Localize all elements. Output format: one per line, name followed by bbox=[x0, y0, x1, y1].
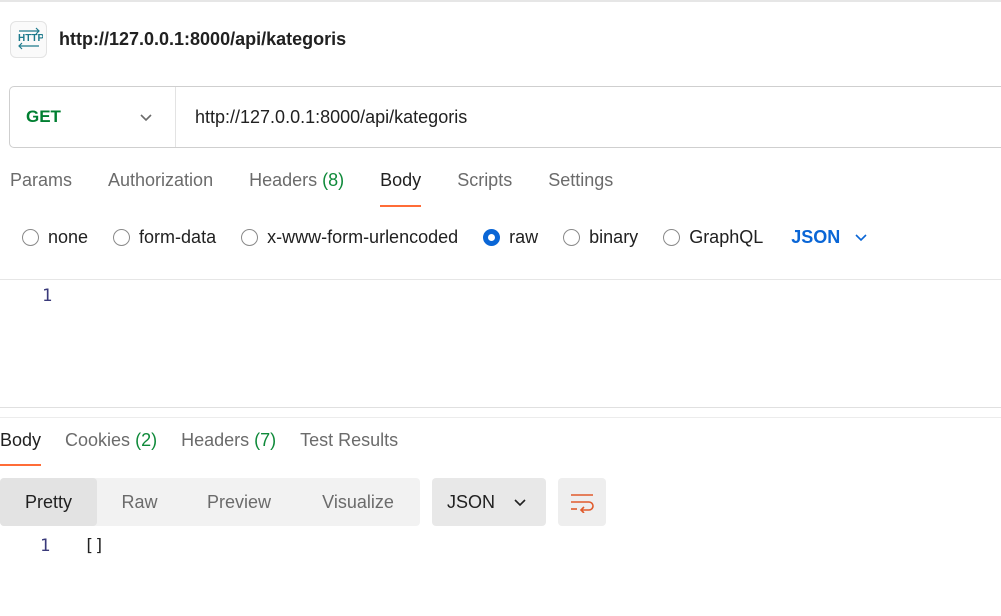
pane-resize-handle[interactable] bbox=[0, 407, 1001, 408]
chevron-down-icon bbox=[140, 114, 152, 122]
response-view-modes: Pretty Raw Preview Visualize bbox=[0, 478, 420, 526]
response-tab-cookies[interactable]: Cookies (2) bbox=[65, 430, 157, 466]
radio-form-data[interactable] bbox=[113, 228, 131, 246]
view-mode-visualize[interactable]: Visualize bbox=[296, 478, 420, 526]
view-mode-pretty[interactable]: Pretty bbox=[0, 478, 97, 526]
chevron-down-icon bbox=[855, 234, 867, 242]
radio-graphql[interactable] bbox=[663, 228, 681, 246]
cookies-count: (2) bbox=[135, 430, 158, 450]
body-type-label: GraphQL bbox=[689, 226, 764, 247]
tab-body[interactable]: Body bbox=[380, 170, 422, 207]
headers-count: (8) bbox=[322, 170, 345, 190]
tab-headers[interactable]: Headers (8) bbox=[249, 170, 344, 207]
response-tabs: Body Cookies (2) Headers (7) Test Result… bbox=[0, 430, 422, 466]
request-header: HTTP http://127.0.0.1:8000/api/kategoris bbox=[10, 20, 346, 58]
body-type-label: binary bbox=[589, 226, 639, 247]
method-select[interactable]: GET bbox=[10, 87, 176, 147]
body-type-binary[interactable]: binary bbox=[563, 227, 638, 248]
body-type-x-www-form-urlencoded[interactable]: x-www-form-urlencoded bbox=[241, 227, 458, 248]
body-type-label: raw bbox=[509, 226, 539, 247]
body-type-label: x-www-form-urlencoded bbox=[267, 226, 459, 247]
tab-scripts[interactable]: Scripts bbox=[457, 170, 512, 207]
request-body-editor[interactable]: 1 bbox=[0, 280, 1001, 407]
response-headers-count: (7) bbox=[254, 430, 277, 450]
chevron-down-icon bbox=[514, 499, 526, 507]
response-language-label: JSON bbox=[447, 491, 496, 512]
response-line-number: 1 bbox=[40, 536, 51, 556]
response-tab-body[interactable]: Body bbox=[0, 430, 42, 466]
radio-x-www-form-urlencoded[interactable] bbox=[241, 228, 259, 246]
request-title[interactable]: http://127.0.0.1:8000/api/kategoris bbox=[59, 29, 346, 50]
body-type-graphql[interactable]: GraphQL bbox=[663, 227, 763, 248]
divider bbox=[0, 417, 1001, 418]
body-type-form-data[interactable]: form-data bbox=[113, 227, 216, 248]
url-bar: GET bbox=[9, 86, 1001, 148]
body-type-options: none form-data x-www-form-urlencoded raw… bbox=[22, 224, 868, 250]
body-language-label: JSON bbox=[791, 226, 841, 247]
response-language-select[interactable]: JSON bbox=[432, 478, 546, 526]
radio-binary[interactable] bbox=[563, 228, 581, 246]
view-mode-raw[interactable]: Raw bbox=[97, 478, 182, 526]
svg-text:HTTP: HTTP bbox=[18, 33, 43, 44]
body-type-none[interactable]: none bbox=[22, 227, 88, 248]
url-input[interactable] bbox=[176, 87, 1001, 147]
body-language-select[interactable]: JSON bbox=[791, 227, 868, 248]
tab-settings[interactable]: Settings bbox=[548, 170, 613, 207]
http-icon: HTTP bbox=[10, 20, 47, 58]
tab-authorization[interactable]: Authorization bbox=[108, 170, 213, 207]
method-label: GET bbox=[26, 107, 61, 126]
wrap-lines-button[interactable] bbox=[558, 478, 606, 526]
response-tab-test-results[interactable]: Test Results bbox=[300, 430, 398, 466]
top-border bbox=[0, 0, 1001, 2]
radio-raw[interactable] bbox=[483, 228, 501, 246]
body-type-raw[interactable]: raw bbox=[483, 227, 538, 248]
tab-params[interactable]: Params bbox=[10, 170, 72, 207]
radio-none[interactable] bbox=[22, 228, 39, 246]
response-body-content[interactable]: [] bbox=[84, 536, 104, 556]
body-type-label: none bbox=[48, 226, 89, 247]
editor-line-number: 1 bbox=[42, 286, 53, 306]
request-tabs: Params Authorization Headers (8) Body Sc… bbox=[10, 170, 649, 210]
wrap-lines-icon bbox=[571, 494, 594, 513]
body-type-label: form-data bbox=[139, 226, 217, 247]
response-tab-headers[interactable]: Headers (7) bbox=[181, 430, 276, 466]
view-mode-preview[interactable]: Preview bbox=[182, 478, 296, 526]
